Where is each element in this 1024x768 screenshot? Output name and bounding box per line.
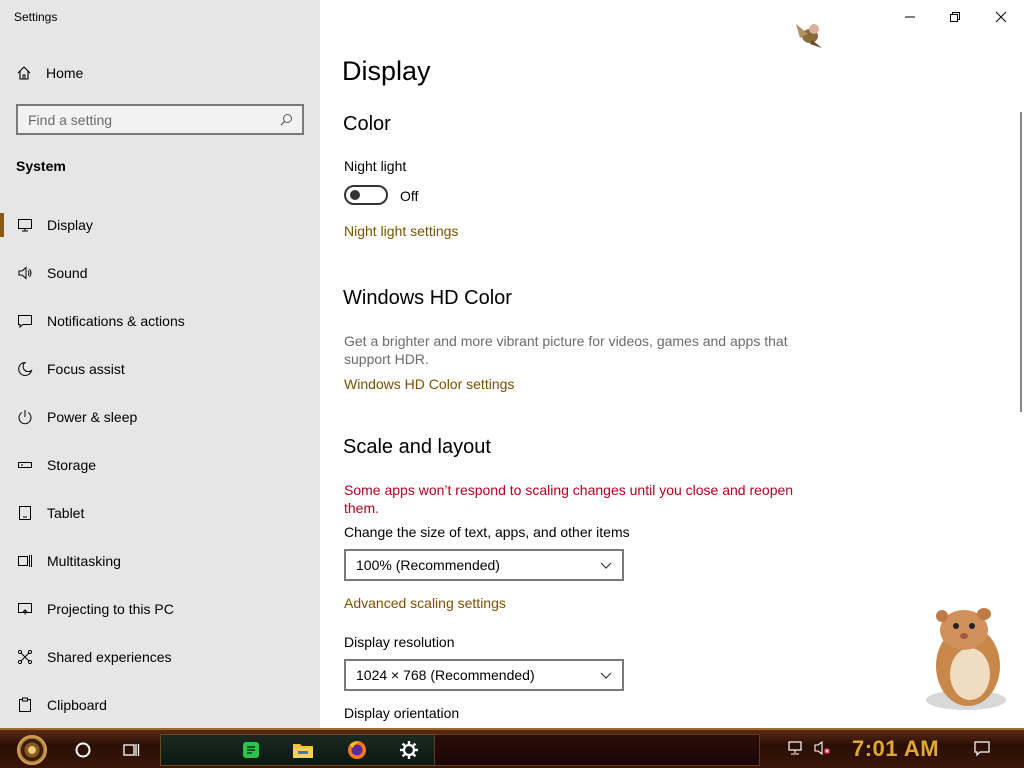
sidebar-item-multitasking[interactable]: Multitasking	[0, 537, 320, 585]
sidebar-item-notifications[interactable]: Notifications & actions	[0, 297, 320, 345]
network-tray-button[interactable]	[786, 738, 806, 758]
night-light-label: Night light	[344, 158, 407, 174]
sidebar-item-label: Tablet	[47, 505, 85, 521]
sidebar-item-label: Focus assist	[47, 361, 125, 377]
sidebar-item-clipboard[interactable]: Clipboard	[0, 681, 320, 729]
action-center-icon	[974, 741, 990, 757]
minimize-icon	[905, 16, 915, 18]
notes-app-icon	[243, 742, 259, 758]
projecting-icon	[17, 601, 33, 617]
sidebar-item-label: Multitasking	[47, 553, 121, 569]
nav-list: Display Sound Notifications & actions Fo…	[0, 201, 320, 729]
scrollbar[interactable]	[1020, 112, 1022, 412]
restore-icon	[950, 12, 960, 22]
network-icon	[788, 741, 802, 755]
resolution-label: Display resolution	[344, 634, 455, 650]
task-view-button[interactable]	[116, 734, 146, 766]
search-input[interactable]	[28, 111, 278, 128]
main-content: Display Color Night light Off Night ligh…	[320, 0, 1024, 728]
sidebar-item-projecting[interactable]: Projecting to this PC	[0, 585, 320, 633]
sidebar-item-label: Notifications & actions	[47, 313, 185, 329]
task-view-icon	[123, 744, 140, 756]
color-heading: Color	[343, 113, 391, 135]
home-icon	[16, 65, 32, 81]
resolution-dropdown[interactable]: 1024 × 768 (Recommended)	[344, 659, 624, 691]
sidebar-item-sound[interactable]: Sound	[0, 249, 320, 297]
text-size-label: Change the size of text, apps, and other…	[344, 524, 630, 540]
firefox-button[interactable]	[342, 734, 372, 766]
sidebar-item-display[interactable]: Display	[0, 201, 320, 249]
resolution-value: 1024 × 768 (Recommended)	[356, 667, 535, 683]
sidebar-item-label: Clipboard	[47, 697, 107, 713]
storage-icon	[17, 457, 33, 473]
sidebar-item-focus-assist[interactable]: Focus assist	[0, 345, 320, 393]
bird-mascot-icon	[796, 24, 822, 48]
hd-color-heading: Windows HD Color	[343, 287, 512, 309]
cortana-icon	[75, 742, 91, 758]
sidebar: Settings Home System Display Sound Notif…	[0, 0, 320, 728]
minimize-button[interactable]	[898, 6, 922, 28]
monitor-icon	[17, 217, 33, 233]
night-light-toggle[interactable]	[344, 185, 388, 205]
file-explorer-button[interactable]	[288, 734, 318, 766]
clipboard-icon	[17, 697, 33, 713]
hamster-mascot-icon	[926, 608, 1006, 710]
search-box[interactable]	[16, 104, 304, 135]
hd-color-settings-link[interactable]: Windows HD Color settings	[344, 376, 514, 392]
toggle-knob	[350, 190, 360, 200]
sidebar-item-label: Shared experiences	[47, 649, 172, 665]
sidebar-item-label: Sound	[47, 265, 88, 281]
file-explorer-icon	[293, 744, 313, 758]
scale-heading: Scale and layout	[343, 436, 491, 458]
scaling-warning: Some apps won’t respond to scaling chang…	[344, 482, 794, 516]
sidebar-item-power-sleep[interactable]: Power & sleep	[0, 393, 320, 441]
home-nav-item[interactable]: Home	[0, 58, 320, 88]
chevron-down-icon	[600, 672, 612, 679]
power-icon	[17, 409, 33, 425]
settings-app-button[interactable]	[394, 734, 424, 766]
page-title: Display	[342, 56, 431, 86]
night-light-settings-link[interactable]: Night light settings	[344, 223, 458, 239]
start-button[interactable]	[6, 734, 58, 766]
advanced-scaling-link[interactable]: Advanced scaling settings	[344, 595, 506, 611]
sidebar-item-label: Projecting to this PC	[47, 601, 174, 617]
search-icon[interactable]	[278, 112, 294, 128]
taskbar-clock[interactable]: 7:01 AM	[852, 736, 939, 762]
night-light-state: Off	[400, 188, 419, 204]
orientation-label: Display orientation	[344, 705, 460, 721]
action-center-button[interactable]	[972, 738, 992, 758]
home-label: Home	[46, 65, 84, 81]
sidebar-item-label: Display	[47, 217, 93, 233]
sidebar-item-shared-experiences[interactable]: Shared experiences	[0, 633, 320, 681]
notification-icon	[17, 313, 33, 329]
hd-color-description: Get a brighter and more vibrant picture …	[344, 333, 788, 367]
sidebar-item-storage[interactable]: Storage	[0, 441, 320, 489]
chevron-down-icon	[600, 562, 612, 569]
sidebar-item-label: Power & sleep	[47, 409, 138, 425]
speaker-icon	[17, 265, 33, 281]
sidebar-item-tablet[interactable]: Tablet	[0, 489, 320, 537]
volume-muted-icon	[814, 740, 830, 756]
cortana-button[interactable]	[68, 734, 98, 766]
moon-icon	[17, 361, 33, 377]
scale-dropdown[interactable]: 100% (Recommended)	[344, 549, 624, 581]
tablet-icon	[17, 505, 33, 521]
scale-value: 100% (Recommended)	[356, 557, 500, 573]
close-icon	[995, 11, 1007, 23]
multitasking-icon	[17, 553, 33, 569]
firefox-icon	[348, 741, 366, 759]
notes-app-button[interactable]	[236, 734, 266, 766]
restore-button[interactable]	[943, 6, 967, 28]
taskbar-apps-panel-right	[434, 734, 760, 766]
app-title: Settings	[14, 10, 58, 24]
taskbar: 7:01 AM	[0, 728, 1024, 768]
close-button[interactable]	[989, 6, 1013, 28]
start-icon	[17, 735, 47, 765]
volume-tray-button[interactable]	[812, 738, 832, 758]
section-title: System	[16, 158, 66, 174]
settings-icon	[400, 741, 418, 759]
shared-icon	[17, 649, 33, 665]
sidebar-item-label: Storage	[47, 457, 97, 473]
